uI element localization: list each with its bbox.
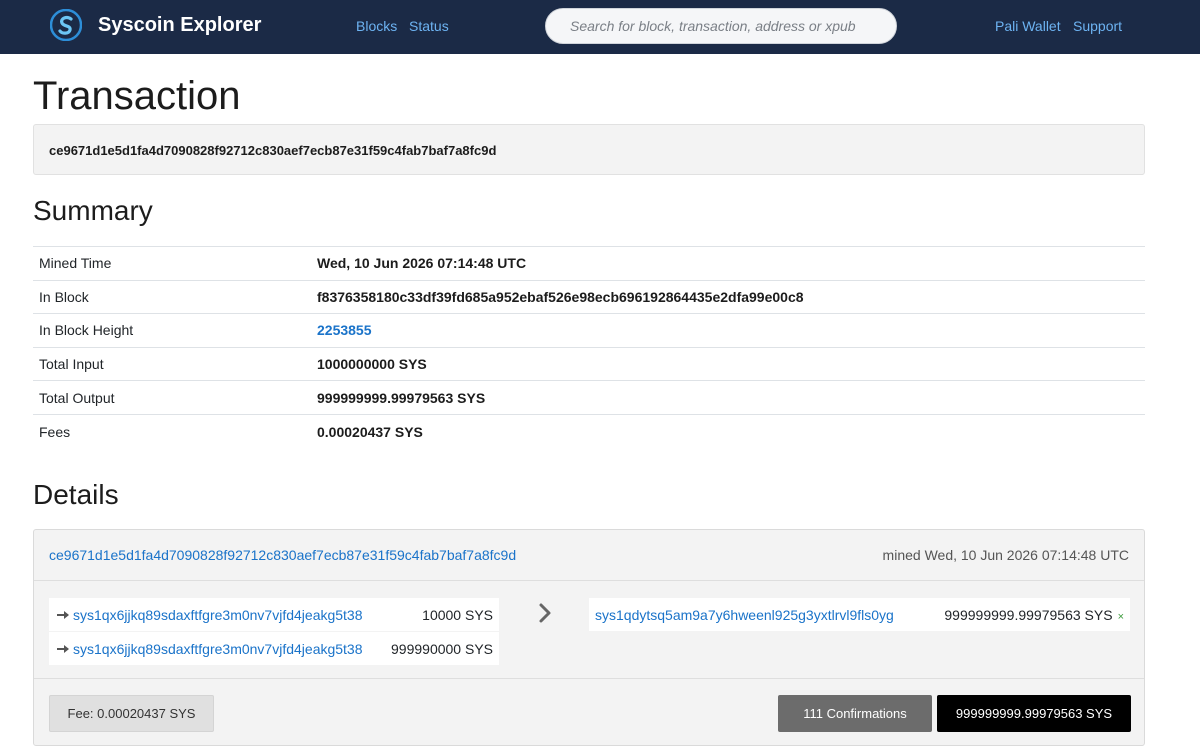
summary-row-total-input: Total Input 1000000000 SYS [33, 347, 1145, 381]
card-header: ce9671d1e5d1fa4d7090828f92712c830aef7ecb… [34, 530, 1144, 581]
syscoin-logo-icon [50, 9, 82, 41]
input-address-link[interactable]: sys1qx6jjkq89sdaxftfgre3m0nv7vjfd4jeakg5… [73, 641, 363, 657]
summary-value: 0.00020437 SYS [317, 423, 423, 440]
summary-value: 2253855 [311, 314, 1145, 348]
summary-row-mined-time: Mined Time Wed, 10 Jun 2026 07:14:48 UTC [33, 246, 1145, 281]
summary-row-in-block: In Block f8376358180c33df39fd685a952ebaf… [33, 280, 1145, 314]
summary-value: f8376358180c33df39fd685a952ebaf526e98ecb… [317, 288, 804, 305]
transaction-card: ce9671d1e5d1fa4d7090828f92712c830aef7ecb… [33, 529, 1145, 746]
summary-row-total-output: Total Output 999999999.99979563 SYS [33, 380, 1145, 415]
unspent-icon: × [1117, 610, 1124, 623]
nav-pali-wallet-link[interactable]: Pali Wallet [995, 18, 1061, 34]
card-mined-time: mined Wed, 10 Jun 2026 07:14:48 UTC [882, 547, 1129, 563]
summary-value: Wed, 10 Jun 2026 07:14:48 UTC [317, 255, 527, 272]
block-height-link[interactable]: 2253855 [317, 322, 372, 338]
chevron-right-icon [539, 603, 551, 623]
search-input[interactable] [545, 8, 897, 44]
summary-label: Mined Time [39, 255, 112, 272]
input-address-link[interactable]: sys1qx6jjkq89sdaxftfgre3m0nv7vjfd4jeakg5… [73, 607, 363, 623]
summary-row-block-height: In Block Height 2253855 [33, 313, 1145, 348]
input-row: sys1qx6jjkq89sdaxftfgre3m0nv7vjfd4jeakg5… [49, 598, 499, 631]
summary-label: Total Input [39, 356, 104, 373]
summary-heading: Summary [33, 195, 153, 226]
summary-value: 999999999.99979563 SYS [317, 389, 486, 406]
total-amount-badge: 999999999.99979563 SYS [937, 695, 1131, 732]
summary-label: Total Output [39, 389, 115, 406]
nav-support-link[interactable]: Support [1073, 18, 1122, 34]
fee-badge: Fee: 0.00020437 SYS [49, 695, 214, 732]
brand-link[interactable]: Syscoin Explorer [50, 9, 261, 41]
transaction-hash: ce9671d1e5d1fa4d7090828f92712c830aef7ecb… [33, 124, 1145, 175]
input-row: sys1qx6jjkq89sdaxftfgre3m0nv7vjfd4jeakg5… [49, 632, 499, 665]
card-txid-link[interactable]: ce9671d1e5d1fa4d7090828f92712c830aef7ecb… [49, 547, 516, 563]
summary-label: In Block Height [39, 322, 134, 339]
confirmations-button[interactable]: 111 Confirmations [778, 695, 932, 732]
input-amount: 10000 SYS [422, 606, 493, 623]
summary-label: In Block [39, 288, 89, 305]
brand-name: Syscoin Explorer [98, 13, 262, 36]
nav-status-link[interactable]: Status [409, 18, 449, 34]
nav-blocks-link[interactable]: Blocks [356, 18, 397, 34]
summary-table: Mined Time Wed, 10 Jun 2026 07:14:48 UTC… [33, 246, 1145, 448]
output-row: sys1qdytsq5am9a7y6hweenl925g3yxtlrvl9fls… [589, 598, 1130, 631]
summary-label: Fees [39, 423, 71, 440]
output-amount-wrap: 999999999.99979563 SYS × [944, 607, 1124, 623]
output-amount: 999999999.99979563 SYS [944, 606, 1113, 623]
arrow-right-icon [57, 644, 69, 653]
card-footer: Fee: 0.00020437 SYS 111 Confirmations 99… [34, 678, 1144, 745]
navbar: Syscoin Explorer Blocks Status Pali Wall… [0, 0, 1200, 54]
page-title: Transaction [33, 74, 241, 118]
summary-row-fees: Fees 0.00020437 SYS [33, 414, 1145, 448]
details-heading: Details [33, 479, 119, 510]
output-address-link[interactable]: sys1qdytsq5am9a7y6hweenl925g3yxtlrvl9fls… [595, 607, 894, 623]
input-amount: 999990000 SYS [391, 640, 493, 657]
summary-value: 1000000000 SYS [317, 356, 427, 373]
arrow-right-icon [57, 610, 69, 619]
